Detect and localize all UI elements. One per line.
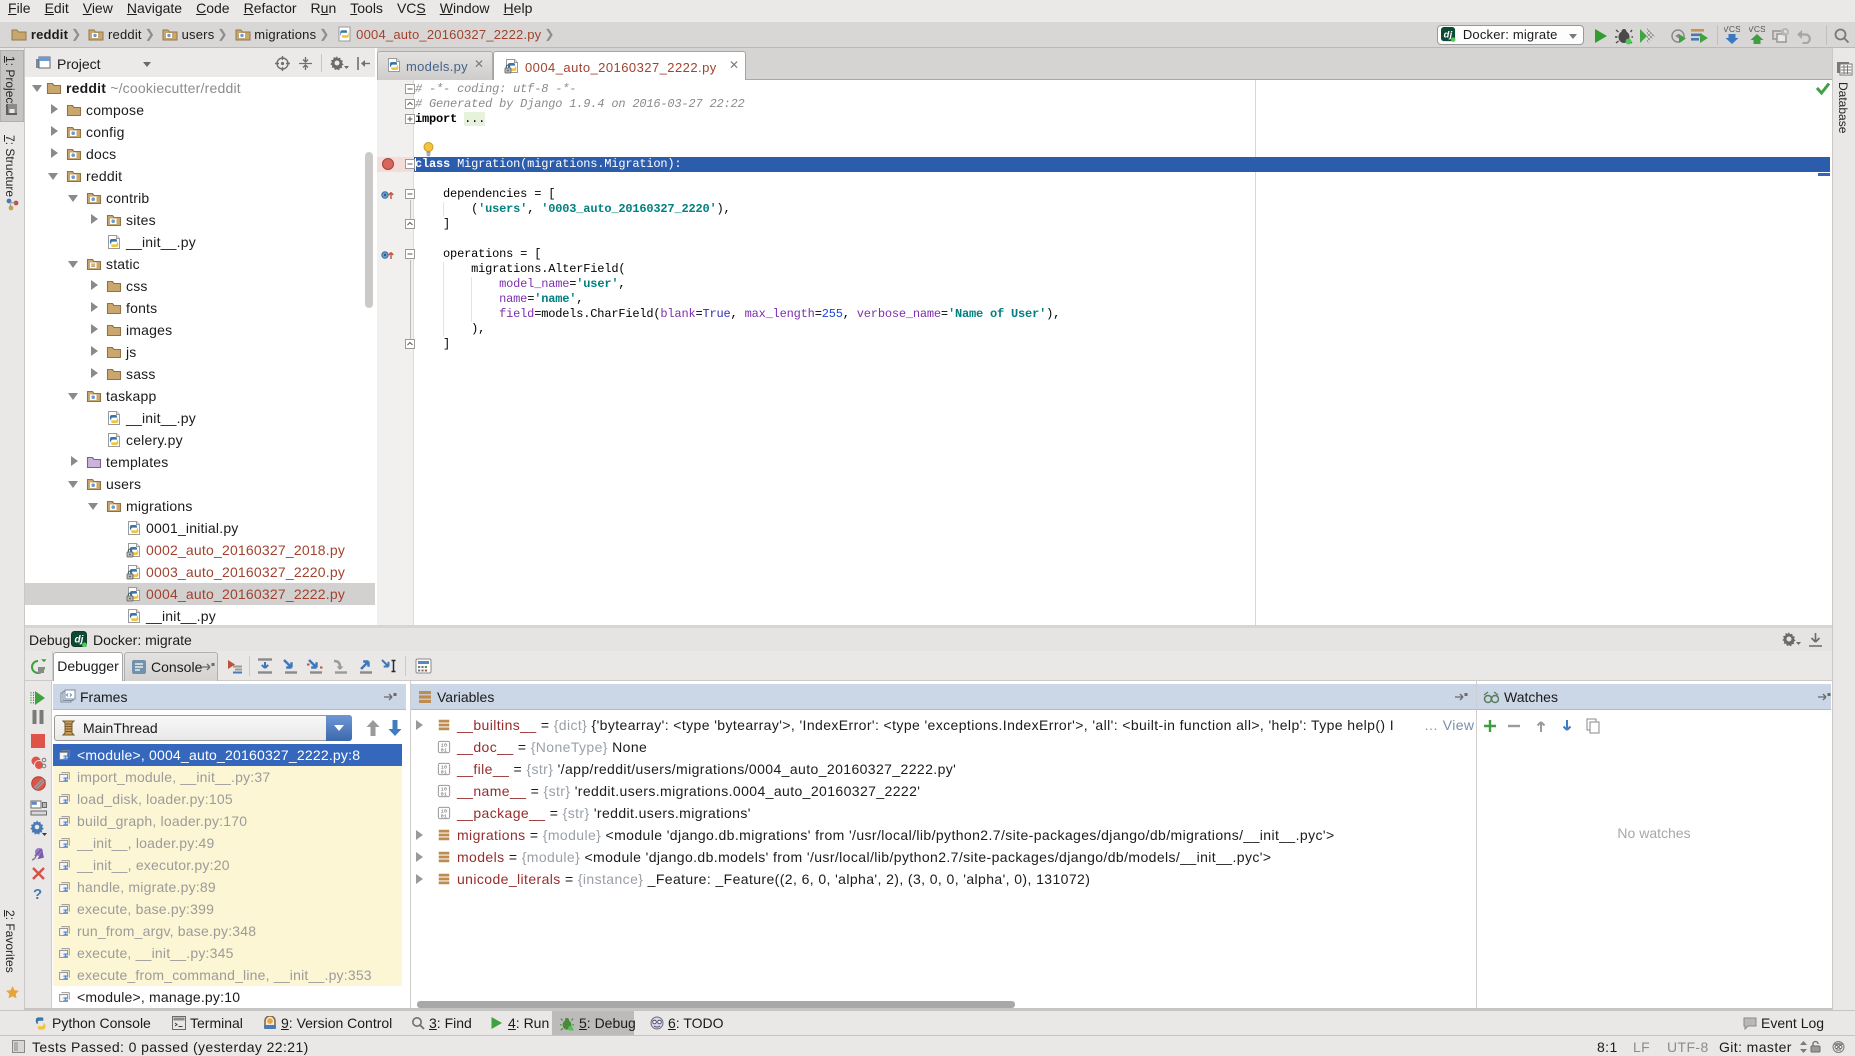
svg-text:dj: dj [1444,29,1453,39]
svg-text:VCS: VCS [1749,24,1765,34]
svg-text:VCS: VCS [1724,24,1740,34]
